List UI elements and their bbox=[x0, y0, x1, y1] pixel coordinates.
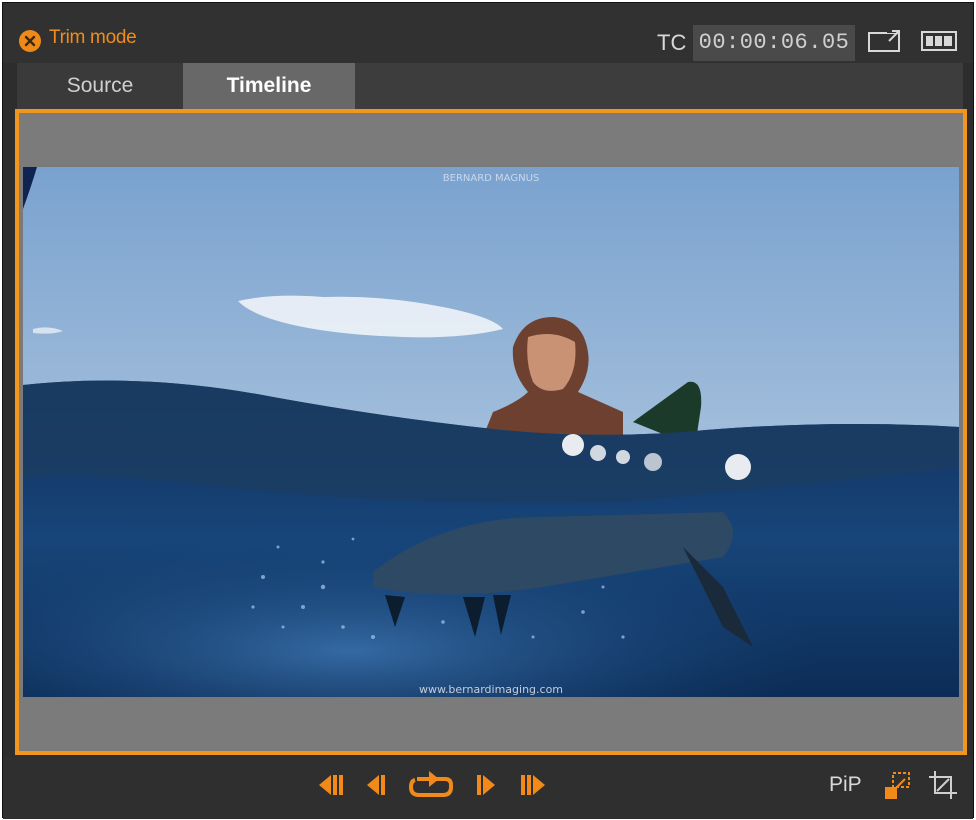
trim-mode-window: Trim mode TC 00:00:06.05 Source Timeline bbox=[2, 2, 974, 819]
title-bar: Trim mode TC 00:00:06.05 bbox=[3, 3, 973, 63]
loop-play-icon[interactable] bbox=[407, 769, 455, 801]
display-mode-icon[interactable] bbox=[921, 30, 957, 52]
timecode-field[interactable]: 00:00:06.05 bbox=[693, 25, 855, 61]
go-to-end-icon[interactable] bbox=[517, 769, 549, 801]
pip-label[interactable]: PiP bbox=[829, 773, 862, 797]
close-circle-icon[interactable] bbox=[19, 30, 41, 52]
go-to-start-icon[interactable] bbox=[315, 769, 345, 801]
letterbox-bottom bbox=[19, 699, 963, 751]
detach-window-icon[interactable] bbox=[867, 29, 903, 53]
transport-bar: PiP bbox=[3, 757, 973, 819]
timecode-label: TC bbox=[657, 30, 687, 55]
tab-source[interactable]: Source bbox=[17, 63, 183, 109]
crop-icon[interactable] bbox=[927, 769, 959, 801]
letterbox-top bbox=[19, 113, 963, 165]
surfer-video-image: BERNARD MAGNUS www.bernardimaging.com bbox=[23, 167, 959, 697]
tab-bar: Source Timeline bbox=[17, 63, 963, 111]
bottom-watermark: www.bernardimaging.com bbox=[419, 683, 563, 696]
top-watermark: BERNARD MAGNUS bbox=[443, 173, 539, 184]
pip-toggle-icon[interactable] bbox=[881, 769, 913, 801]
step-forward-icon[interactable] bbox=[473, 769, 499, 801]
step-back-icon[interactable] bbox=[363, 769, 389, 801]
video-frame[interactable]: BERNARD MAGNUS www.bernardimaging.com bbox=[23, 167, 959, 697]
window-title: Trim mode bbox=[49, 27, 137, 48]
preview-area: BERNARD MAGNUS www.bernardimaging.com bbox=[15, 109, 967, 755]
tab-timeline[interactable]: Timeline bbox=[183, 63, 355, 109]
